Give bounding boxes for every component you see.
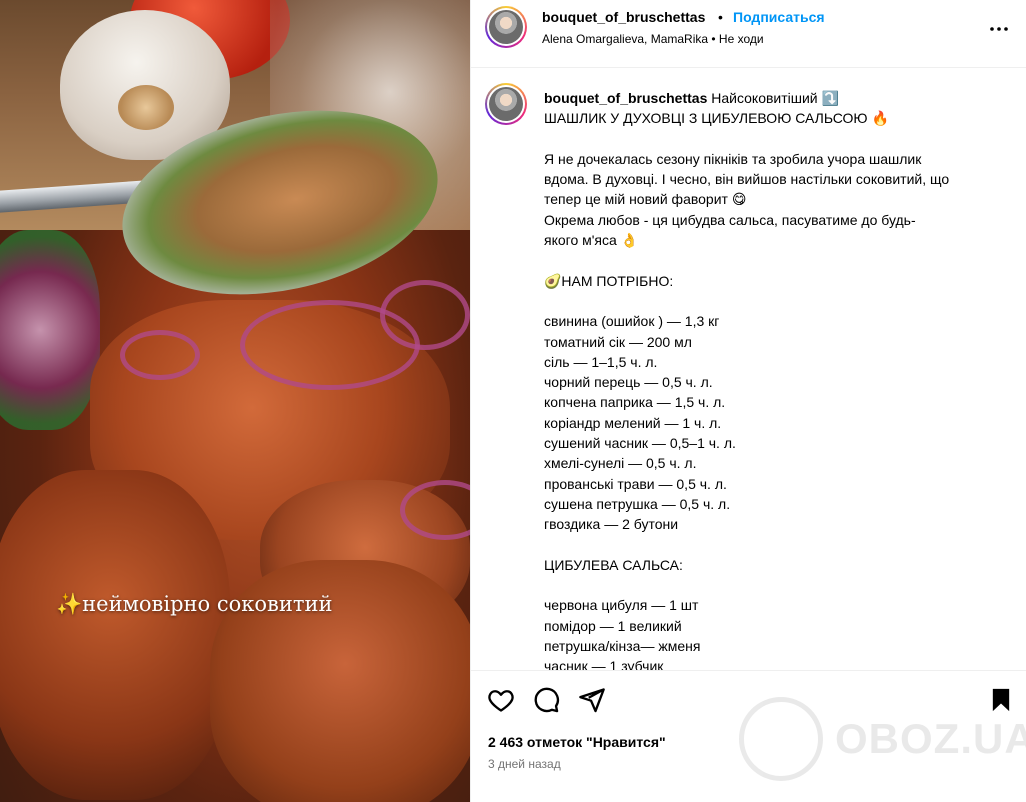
caption-line: часник — 1 зубчик [544, 658, 664, 670]
caption-line: Окрема любов - ця цибудва сальса, пасува… [544, 211, 916, 228]
comment-icon[interactable] [532, 686, 560, 714]
onion-ring [380, 280, 470, 350]
likes-count[interactable]: 2 463 отметок "Нравится" [488, 734, 666, 750]
video-overlay-caption: ✨неймовірно соковитий [56, 592, 332, 617]
caption-line: копчена паприка — 1,5 ч. л. [544, 394, 726, 411]
heart-icon[interactable] [487, 686, 515, 714]
garlic-root [118, 85, 174, 130]
post-header: bouquet_of_bruschettas • Подписаться Ale… [471, 0, 1026, 68]
caption-line [544, 129, 984, 149]
caption-line: ЦИБУЛЕВА САЛЬСА: [544, 556, 683, 573]
username-link[interactable]: bouquet_of_bruschettas [542, 9, 705, 25]
post-caption-area: bouquet_of_bruschettas Найсоковитіший ⤵️… [471, 69, 1026, 670]
globe-logo-icon [739, 697, 823, 781]
follow-button[interactable]: Подписаться [733, 9, 825, 25]
caption-line: вдома. В духовці. І чесно, він вийшов на… [544, 171, 950, 188]
caption-line [544, 575, 984, 595]
caption-line: 🥑НАМ ПОТРІБНО: [544, 272, 674, 289]
share-icon[interactable] [578, 686, 606, 714]
meat-piece [0, 470, 230, 800]
caption-line: коріандр мелений — 1 ч. л. [544, 414, 722, 431]
caption-line: помідор — 1 великий [544, 617, 682, 634]
caption-line: якого м'яса 👌 [544, 232, 639, 249]
caption-text: bouquet_of_bruschettas Найсоковитіший ⤵️… [544, 88, 984, 670]
post-media-image[interactable]: ✨неймовірно соковитий [0, 0, 470, 802]
caption-line: петрушка/кінза— жменя [544, 638, 701, 655]
post-actions: OBOZ.UA 2 463 отметок "Нравится" 3 дней … [471, 670, 1026, 802]
sparkle-icon: ✨ [56, 592, 83, 616]
caption-line: свинина (ошийок ) — 1,3 кг [544, 313, 720, 330]
caption-line: червона цибуля — 1 шт [544, 597, 699, 614]
avatar[interactable] [485, 6, 527, 48]
more-options-icon[interactable] [987, 17, 1011, 41]
caption-line: томатний сік — 200 мл [544, 333, 692, 350]
onion-ring [120, 330, 200, 380]
caption-line [544, 291, 984, 311]
caption-line: гвоздика — 2 бутони [544, 516, 679, 533]
audio-link[interactable]: Alena Omargalieva, MamaRika • Не ходи [542, 32, 764, 46]
post-panel: bouquet_of_bruschettas • Подписаться Ale… [470, 0, 1026, 802]
caption-line: ШАШЛИК У ДУХОВЦІ З ЦИБУЛЕВОЮ САЛЬСОЮ 🔥 [544, 110, 889, 127]
separator-dot: • [718, 9, 723, 25]
caption-author-link[interactable]: bouquet_of_bruschettas [544, 90, 707, 106]
caption-line: сушений часник — 0,5–1 ч. л. [544, 435, 736, 452]
caption-line: bouquet_of_bruschettas Найсоковитіший ⤵️ [544, 90, 839, 106]
caption-line: сушена петрушка — 0,5 ч. л. [544, 495, 731, 512]
caption-line: прованські трави — 0,5 ч. л. [544, 475, 727, 492]
overlay-caption-text: неймовірно соковитий [82, 592, 333, 616]
caption-line: тепер це мій новий фаворит 😋 [544, 191, 747, 208]
caption-line: чорний перець — 0,5 ч. л. [544, 374, 713, 391]
caption-line [544, 250, 984, 270]
caption-line: хмелі-сунелі — 0,5 ч. л. [544, 455, 697, 472]
caption-line: сіль — 1–1,5 ч. л. [544, 353, 658, 370]
caption-line [544, 535, 984, 555]
post-timestamp[interactable]: 3 дней назад [488, 757, 561, 771]
onion-salsa-photo [0, 230, 100, 430]
caption-avatar[interactable] [485, 83, 527, 125]
site-watermark: OBOZ.UA [735, 697, 1026, 783]
caption-line: Я не дочекалась сезону пікніків та зроби… [544, 150, 922, 167]
